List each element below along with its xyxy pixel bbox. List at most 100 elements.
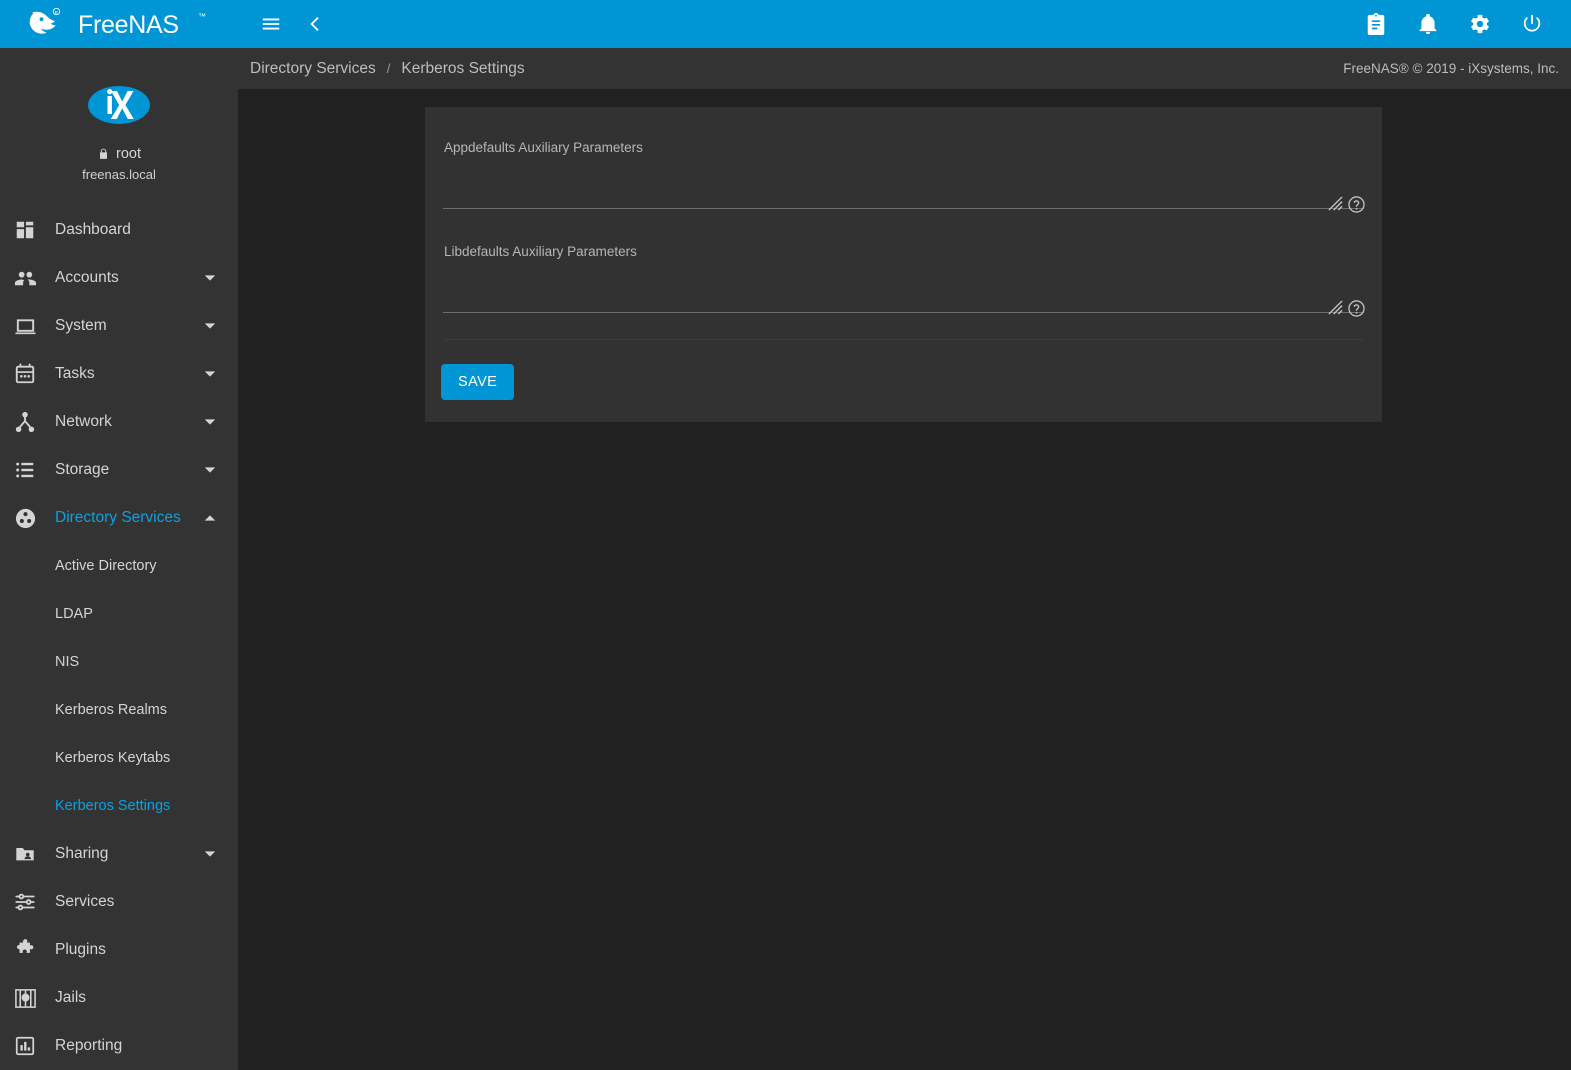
username-label: root <box>116 146 141 162</box>
sidebar-item-reporting[interactable]: Reporting <box>0 1022 238 1070</box>
sidebar-item-tasks[interactable]: Tasks <box>0 350 238 398</box>
appdefaults-textarea[interactable] <box>443 181 1364 208</box>
resize-grip-icon[interactable] <box>1328 300 1343 315</box>
sidebar-subitem-label: Active Directory <box>55 558 157 574</box>
sidebar-item-label: Reporting <box>55 1037 238 1055</box>
help-circle-icon[interactable] <box>1347 195 1366 214</box>
chevron-down-icon[interactable] <box>198 458 222 482</box>
topbar-actions <box>1363 11 1571 37</box>
svg-text:FreeNAS: FreeNAS <box>78 11 179 39</box>
breadcrumb-bar: Directory Services / Kerberos Settings F… <box>238 48 1571 89</box>
lock-icon <box>97 147 110 161</box>
kerberos-settings-form-panel: Appdefaults Auxiliary Parameters <box>425 107 1382 422</box>
sidebar-header: root freenas.local <box>0 48 238 182</box>
storage-icon <box>12 457 38 483</box>
help-circle-glyph <box>1347 195 1366 214</box>
dashboard-icon <box>12 217 38 243</box>
resize-grip-icon[interactable] <box>1328 196 1343 211</box>
sidebar-item-accounts[interactable]: Accounts <box>0 254 238 302</box>
top-app-bar: FreeNAS ™ R <box>0 0 1571 48</box>
power-icon[interactable] <box>1519 11 1545 37</box>
chevron-down-icon[interactable] <box>198 266 222 290</box>
gear-glyph <box>1469 13 1491 35</box>
sidebar-item-kerberos-realms[interactable]: Kerberos Realms <box>0 686 238 734</box>
clipboard-icon[interactable] <box>1363 11 1389 37</box>
chevron-down-icon[interactable] <box>198 410 222 434</box>
chevron-down-icon[interactable] <box>198 314 222 338</box>
network-icon <box>12 409 38 435</box>
menu-icon[interactable] <box>258 11 284 37</box>
breadcrumb-current: Kerberos Settings <box>401 60 524 78</box>
sidebar-subitem-label: Kerberos Keytabs <box>55 750 170 766</box>
sidebar-item-storage[interactable]: Storage <box>0 446 238 494</box>
appdefaults-input-wrap <box>443 181 1364 209</box>
sidebar-item-sharing[interactable]: Sharing <box>0 830 238 878</box>
plugins-icon <box>12 937 38 963</box>
sidebar-item-network[interactable]: Network <box>0 398 238 446</box>
help-circle-icon[interactable] <box>1347 299 1366 318</box>
ix-logo <box>85 78 153 132</box>
sidebar-subitem-label: Kerberos Realms <box>55 702 167 718</box>
sidebar-item-nis[interactable]: NIS <box>0 638 238 686</box>
chevron-up-icon[interactable] <box>198 506 222 530</box>
svg-text:™: ™ <box>198 12 206 21</box>
sidebar-item-system[interactable]: System <box>0 302 238 350</box>
appdefaults-field: Appdefaults Auxiliary Parameters <box>443 129 1364 211</box>
sidebar-subitem-label: NIS <box>55 654 79 670</box>
sidebar-subitem-label: Kerberos Settings <box>55 798 170 814</box>
form-actions: SAVE <box>425 340 1382 422</box>
sidebar-nav: Dashboard Accounts System <box>0 206 238 1070</box>
sidebar-item-active-directory[interactable]: Active Directory <box>0 542 238 590</box>
user-info: root <box>97 146 141 162</box>
reporting-icon <box>12 1033 38 1059</box>
bell-icon[interactable] <box>1415 11 1441 37</box>
sidebar-item-plugins[interactable]: Plugins <box>0 926 238 974</box>
sidebar-item-ldap[interactable]: LDAP <box>0 590 238 638</box>
sidebar-item-label: Tasks <box>55 365 198 383</box>
sidebar-item-kerberos-settings[interactable]: Kerberos Settings <box>0 782 238 830</box>
sidebar-item-label: Jails <box>55 989 238 1007</box>
libdefaults-textarea[interactable] <box>443 285 1364 312</box>
menu-glyph <box>260 13 282 35</box>
resize-grip-glyph <box>1328 300 1343 315</box>
sidebar-item-label: System <box>55 317 198 335</box>
chevron-left-glyph <box>305 14 325 34</box>
system-icon <box>12 313 38 339</box>
accounts-icon <box>12 265 38 291</box>
sidebar-item-label: Directory Services <box>55 509 198 527</box>
sidebar-subitem-label: LDAP <box>55 606 93 622</box>
field-spacer <box>443 211 1364 233</box>
sharing-icon <box>12 841 38 867</box>
bell-glyph <box>1417 13 1439 35</box>
form-fields: Appdefaults Auxiliary Parameters <box>425 107 1382 340</box>
sidebar-item-services[interactable]: Services <box>0 878 238 926</box>
sidebar-item-dashboard[interactable]: Dashboard <box>0 206 238 254</box>
copyright-label: FreeNAS® © 2019 - iXsystems, Inc. <box>1343 61 1563 76</box>
sidebar-item-label: Accounts <box>55 269 198 287</box>
sidebar-item-label: Storage <box>55 461 198 479</box>
chevron-left-icon[interactable] <box>302 11 328 37</box>
sidebar-item-directory-services[interactable]: Directory Services <box>0 494 238 542</box>
sidebar-item-kerberos-keytabs[interactable]: Kerberos Keytabs <box>0 734 238 782</box>
libdefaults-input-wrap <box>443 285 1364 313</box>
help-circle-glyph <box>1347 299 1366 318</box>
main-content: Appdefaults Auxiliary Parameters <box>238 89 1571 1070</box>
gear-icon[interactable] <box>1467 11 1493 37</box>
breadcrumb-separator: / <box>387 61 391 76</box>
services-icon <box>12 889 38 915</box>
clipboard-glyph <box>1365 13 1387 35</box>
libdefaults-label: Libdefaults Auxiliary Parameters <box>443 233 1364 259</box>
chevron-down-icon[interactable] <box>198 842 222 866</box>
sidebar-item-label: Network <box>55 413 198 431</box>
breadcrumb-parent[interactable]: Directory Services <box>250 60 376 78</box>
sidebar: root freenas.local Dashboard Accounts <box>0 48 238 1070</box>
sidebar-item-label: Sharing <box>55 845 198 863</box>
chevron-down-icon[interactable] <box>198 362 222 386</box>
power-glyph <box>1521 13 1543 35</box>
ix-logo-icon <box>86 79 152 131</box>
brand-logo[interactable]: FreeNAS ™ R <box>0 0 238 48</box>
save-button[interactable]: SAVE <box>441 364 514 400</box>
sidebar-item-jails[interactable]: Jails <box>0 974 238 1022</box>
sidebar-item-label: Dashboard <box>55 221 238 239</box>
libdefaults-field: Libdefaults Auxiliary Parameters <box>443 233 1364 315</box>
